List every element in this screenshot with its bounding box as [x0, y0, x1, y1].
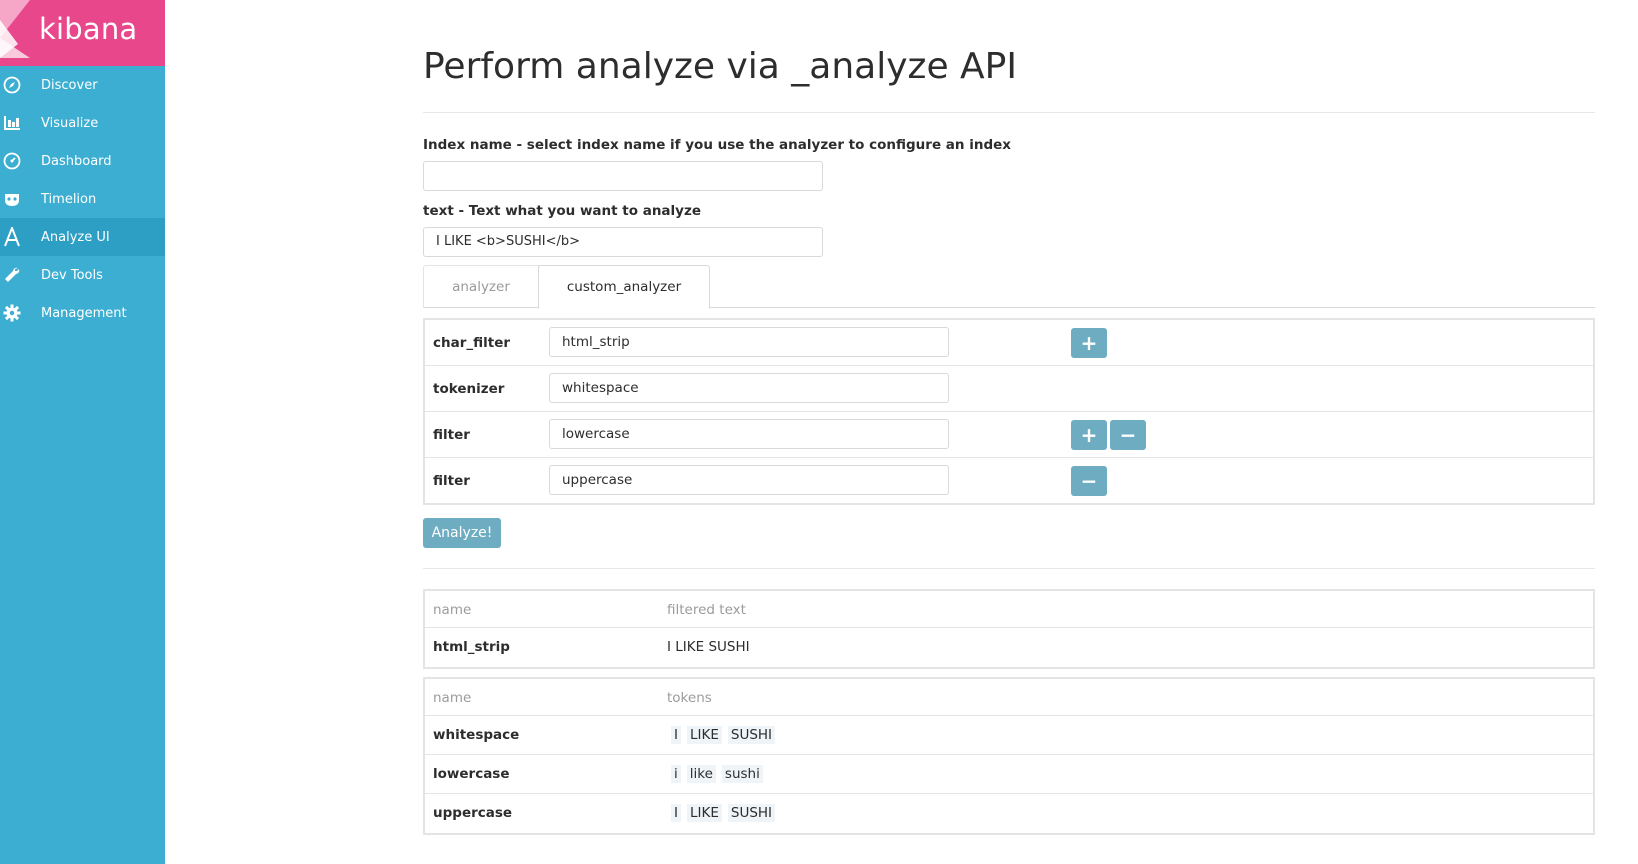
- table-row: whitespace I LIKE SUSHI: [425, 716, 1593, 755]
- table-row: html_strip I LIKE SUSHI: [425, 628, 1593, 667]
- token: sushi: [721, 765, 763, 783]
- token: I: [671, 726, 681, 744]
- sidebar: kibana Discover Visualize Dashboard Time…: [0, 0, 165, 864]
- table-row: uppercase I LIKE SUSHI: [425, 794, 1593, 833]
- token-list: i like sushi: [671, 765, 763, 783]
- table-row: lowercase i like sushi: [425, 755, 1593, 794]
- token-list: I LIKE SUSHI: [671, 726, 776, 744]
- char-filter-input[interactable]: html_strip: [549, 327, 949, 357]
- row-name: whitespace: [433, 727, 520, 743]
- sidebar-item-label: Timelion: [41, 191, 97, 207]
- config-row-filter: filter uppercase −: [425, 458, 1593, 503]
- sidebar-item-label: Dev Tools: [41, 267, 103, 283]
- row-name: uppercase: [433, 805, 513, 821]
- sidebar-item-dashboard[interactable]: Dashboard: [0, 142, 165, 180]
- char-filter-result-table: name filtered text html_strip I LIKE SUS…: [423, 589, 1595, 669]
- token-list: I LIKE SUSHI: [671, 804, 776, 822]
- row-name: html_strip: [433, 639, 510, 655]
- config-row-char-filter: char_filter html_strip +: [425, 320, 1593, 366]
- kibana-logo[interactable]: kibana: [0, 0, 165, 66]
- letter-a-icon: [2, 227, 22, 247]
- sidebar-item-label: Analyze UI: [41, 229, 110, 245]
- page-title: Perform analyze via _analyze API: [423, 46, 1017, 87]
- tokenizer-input[interactable]: whitespace: [549, 373, 949, 403]
- config-row-filter: filter lowercase + −: [425, 412, 1593, 458]
- index-name-label: Index name - select index name if you us…: [423, 137, 1011, 153]
- sidebar-item-analyze-ui[interactable]: Analyze UI: [0, 218, 165, 256]
- column-header-name: name: [433, 690, 472, 706]
- timelion-mask-icon: [2, 189, 22, 209]
- token: i: [671, 765, 681, 783]
- add-char-filter-button[interactable]: +: [1071, 328, 1107, 358]
- column-header-name: name: [433, 602, 472, 618]
- text-label: text - Text what you want to analyze: [423, 203, 701, 219]
- config-row-tokenizer: tokenizer whitespace: [425, 366, 1593, 412]
- table-header: name filtered text: [425, 591, 1593, 628]
- filter-input[interactable]: lowercase: [549, 419, 949, 449]
- custom-analyzer-config: char_filter html_strip + tokenizer white…: [423, 318, 1595, 505]
- analyze-button[interactable]: Analyze!: [423, 518, 501, 548]
- tab-custom-analyzer[interactable]: custom_analyzer: [538, 265, 710, 309]
- logo-text: kibana: [39, 12, 138, 46]
- column-header-tokens: tokens: [667, 690, 712, 706]
- compass-icon: [2, 75, 22, 95]
- sidebar-item-dev-tools[interactable]: Dev Tools: [0, 256, 165, 294]
- bar-chart-icon: [2, 113, 22, 133]
- config-name: filter: [433, 473, 470, 489]
- config-name: char_filter: [433, 335, 511, 351]
- add-filter-button[interactable]: +: [1071, 420, 1107, 450]
- token: SUSHI: [727, 726, 776, 744]
- token: LIKE: [686, 804, 722, 822]
- kibana-k-icon: [0, 0, 30, 58]
- config-name: filter: [433, 427, 470, 443]
- index-name-input[interactable]: [423, 161, 823, 191]
- remove-filter-button[interactable]: −: [1071, 466, 1107, 496]
- sidebar-item-label: Management: [41, 305, 127, 321]
- remove-filter-button[interactable]: −: [1110, 420, 1146, 450]
- sidebar-item-timelion[interactable]: Timelion: [0, 180, 165, 218]
- token-result-table: name tokens whitespace I LIKE SUSHI lowe…: [423, 677, 1595, 835]
- tab-analyzer[interactable]: analyzer: [423, 265, 539, 308]
- filter-input[interactable]: uppercase: [549, 465, 949, 495]
- sidebar-item-label: Discover: [41, 77, 98, 93]
- token: SUSHI: [727, 804, 776, 822]
- row-filtered-text: I LIKE SUSHI: [667, 639, 750, 655]
- row-name: lowercase: [433, 766, 510, 782]
- wrench-icon: [2, 265, 22, 285]
- sidebar-nav: Discover Visualize Dashboard Timelion An…: [0, 66, 165, 332]
- dashboard-gauge-icon: [2, 151, 22, 171]
- table-header: name tokens: [425, 679, 1593, 716]
- sidebar-item-label: Visualize: [41, 115, 99, 131]
- token: like: [686, 765, 716, 783]
- column-header-filtered-text: filtered text: [667, 602, 746, 618]
- gear-icon: [2, 303, 22, 323]
- token: I: [671, 804, 681, 822]
- analyzer-tabs: analyzer custom_analyzer: [423, 265, 1595, 309]
- token: LIKE: [686, 726, 722, 744]
- config-name: tokenizer: [433, 381, 505, 397]
- text-input[interactable]: I LIKE <b>SUSHI</b>: [423, 227, 823, 257]
- sidebar-item-management[interactable]: Management: [0, 294, 165, 332]
- sidebar-item-visualize[interactable]: Visualize: [0, 104, 165, 142]
- sidebar-item-discover[interactable]: Discover: [0, 66, 165, 104]
- sidebar-item-label: Dashboard: [41, 153, 112, 169]
- divider: [423, 568, 1595, 569]
- divider: [423, 112, 1595, 113]
